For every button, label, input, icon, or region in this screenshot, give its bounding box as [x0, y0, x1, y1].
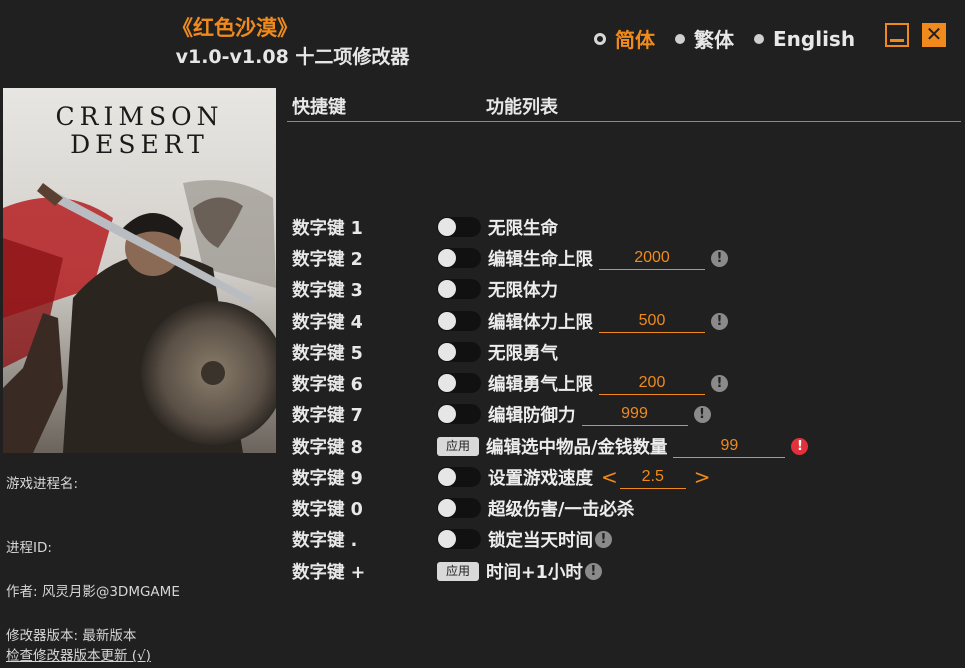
lang-traditional-label: 繁体	[694, 28, 734, 52]
feature-label: 锁定当天时间	[488, 530, 593, 551]
feature-label: 超级伤害/一击必杀	[488, 499, 635, 520]
info-icon[interactable]: !	[693, 405, 711, 423]
toggle-switch[interactable]	[437, 311, 481, 331]
hotkey-label: 数字键 1	[292, 218, 363, 239]
cheat-row: 数字键 . 锁定当天时间 !	[292, 525, 612, 553]
toggle-switch[interactable]	[437, 467, 481, 487]
apply-button[interactable]: 应用	[437, 561, 479, 581]
toggle-switch[interactable]	[437, 279, 481, 299]
feature-label: 无限生命	[488, 218, 558, 239]
cheat-row: 数字键 + 应用 时间+1小时 !	[292, 557, 602, 585]
cheat-row: 数字键 4 编辑体力上限 !	[292, 307, 728, 335]
hotkey-label: 数字键 4	[292, 312, 363, 333]
info-icon[interactable]: !	[711, 312, 728, 330]
process-id-label: 进程ID:	[6, 540, 52, 556]
process-name-label: 游戏进程名:	[6, 476, 79, 492]
radio-icon	[754, 33, 764, 44]
increase-arrow-icon[interactable]: >	[694, 465, 711, 489]
toggle-switch[interactable]	[437, 404, 481, 424]
features-column-header: 功能列表	[486, 97, 558, 118]
warning-icon[interactable]: !	[791, 437, 809, 455]
check-update-link[interactable]: 检查修改器版本更新 (√)	[6, 644, 151, 664]
close-icon: ✕	[925, 22, 943, 46]
info-icon[interactable]: !	[711, 249, 728, 267]
radio-icon	[675, 33, 685, 44]
cheat-row: 数字键 5 无限勇气	[292, 338, 558, 366]
game-cover-image: CRIMSON DESERT	[3, 88, 276, 453]
radio-selected-icon	[594, 32, 606, 45]
apply-button[interactable]: 应用	[437, 436, 479, 456]
feature-label: 编辑防御力	[488, 405, 576, 426]
decrease-arrow-icon[interactable]: <	[601, 465, 618, 489]
hotkey-label: 数字键 0	[292, 499, 363, 520]
info-icon[interactable]: !	[595, 530, 612, 548]
author-label: 作者: 风灵月影@3DMGAME	[6, 584, 180, 600]
feature-label: 编辑生命上限	[488, 249, 593, 270]
close-button[interactable]: ✕	[922, 23, 946, 47]
toggle-switch[interactable]	[437, 373, 481, 393]
hotkey-label: 数字键 5	[292, 343, 363, 364]
toggle-switch[interactable]	[437, 248, 481, 268]
hotkey-label: 数字键 .	[292, 530, 358, 551]
cheat-row: 数字键 8 应用 编辑选中物品/金钱数量 !	[292, 432, 809, 460]
hotkey-column-header: 快捷键	[292, 97, 346, 118]
minimize-button[interactable]	[885, 23, 909, 47]
header-divider	[287, 121, 961, 122]
hotkey-label: 数字键 9	[292, 468, 363, 489]
speed-input[interactable]	[619, 465, 686, 489]
feature-label: 无限勇气	[488, 343, 558, 364]
cheat-row: 数字键 0 超级伤害/一击必杀	[292, 494, 634, 522]
cheat-row: 数字键 7 编辑防御力 !	[292, 400, 711, 428]
toggle-switch[interactable]	[437, 342, 481, 362]
hotkey-label: 数字键 6	[292, 374, 363, 395]
toggle-switch[interactable]	[437, 217, 481, 237]
toggle-switch[interactable]	[437, 529, 481, 549]
feature-label: 编辑体力上限	[488, 312, 593, 333]
hotkey-label: 数字键 +	[292, 562, 366, 583]
hotkey-label: 数字键 7	[292, 405, 363, 426]
cheat-row: 数字键 9 设置游戏速度 < >	[292, 463, 713, 491]
value-input[interactable]	[599, 371, 705, 395]
lang-simplified-label: 简体	[615, 28, 655, 52]
hotkey-label: 数字键 3	[292, 280, 363, 301]
feature-label: 时间+1小时	[486, 562, 583, 583]
cheat-row: 数字键 3 无限体力	[292, 275, 558, 303]
hotkey-label: 数字键 8	[292, 437, 363, 458]
feature-label: 编辑勇气上限	[488, 374, 593, 395]
hotkey-label: 数字键 2	[292, 249, 363, 270]
feature-label: 设置游戏速度	[488, 468, 593, 489]
feature-label: 编辑选中物品/金钱数量	[486, 437, 668, 458]
toggle-switch[interactable]	[437, 498, 481, 518]
lang-english-label: English	[773, 26, 856, 51]
value-input[interactable]	[673, 434, 786, 458]
value-input[interactable]	[599, 309, 705, 333]
cheat-row: 数字键 2 编辑生命上限 !	[292, 244, 728, 272]
lang-traditional[interactable]: 繁体	[675, 24, 734, 53]
cheat-row: 数字键 6 编辑勇气上限 !	[292, 369, 728, 397]
cover-logo-line2: DESERT	[70, 130, 209, 159]
language-selector: 简体 繁体 English	[594, 24, 875, 53]
cover-logo-line1: CRIMSON	[55, 102, 224, 131]
game-title: 《红色沙漠》	[172, 16, 298, 40]
cheat-row: 数字键 1 无限生命	[292, 213, 558, 241]
info-icon[interactable]: !	[584, 562, 602, 580]
value-input[interactable]	[599, 246, 705, 270]
trainer-subtitle: v1.0-v1.08 十二项修改器	[175, 46, 410, 68]
info-icon[interactable]: !	[711, 374, 728, 392]
feature-label: 无限体力	[488, 280, 558, 301]
version-label: 修改器版本: 最新版本	[6, 628, 137, 644]
lang-english[interactable]: English	[754, 27, 855, 51]
lang-simplified[interactable]: 简体	[594, 24, 655, 53]
value-input[interactable]	[581, 402, 688, 426]
